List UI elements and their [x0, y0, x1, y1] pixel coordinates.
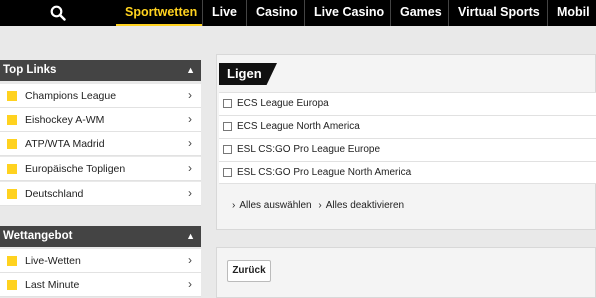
league-row[interactable]: ECS League North America — [219, 115, 596, 138]
nav-mobil[interactable]: Mobil — [548, 0, 596, 26]
league-label: ECS League Europa — [237, 98, 329, 109]
league-checkbox[interactable] — [223, 99, 232, 108]
nav-casino[interactable]: Casino — [247, 0, 304, 26]
sidebar-item-label: Europäische Topligen — [25, 163, 126, 175]
chevron-right-icon: › — [232, 200, 236, 211]
chevron-right-icon: › — [188, 253, 192, 267]
nav-virtual-sports[interactable]: Virtual Sports — [449, 0, 547, 26]
wettangebot-header[interactable]: Wettangebot ▲ — [0, 226, 201, 247]
league-label: ESL CS:GO Pro League Europe — [237, 144, 381, 155]
bullet-square-icon — [7, 280, 17, 290]
nav-sportwetten[interactable]: Sportwetten — [116, 0, 202, 26]
league-row[interactable]: ECS League Europa — [219, 92, 596, 115]
chevron-right-icon: › — [188, 136, 192, 150]
sidebar-item-eishockey[interactable]: Eishockey A-WM › — [0, 108, 201, 132]
sidebar-item-champions-league[interactable]: Champions League › — [0, 84, 201, 108]
top-navigation: Sportwetten Live Casino Live Casino Game… — [0, 0, 596, 26]
league-checkbox[interactable] — [223, 168, 232, 177]
chevron-right-icon: › — [188, 88, 192, 102]
nav-live[interactable]: Live — [203, 0, 246, 26]
sidebar-item-label: Live-Wetten — [25, 255, 81, 267]
sidebar-item-live-wetten[interactable]: Live-Wetten › — [0, 249, 201, 273]
deselect-all-link[interactable]: Alles deaktivieren — [326, 200, 404, 211]
top-links-header[interactable]: Top Links ▲ — [0, 60, 201, 81]
wettangebot-title: Wettangebot — [3, 230, 73, 242]
bullet-square-icon — [7, 256, 17, 266]
select-actions: › Alles auswählen › Alles deaktivieren — [232, 200, 408, 211]
sidebar-item-topligen[interactable]: Europäische Topligen › — [0, 157, 201, 181]
sidebar-item-label: Eishockey A-WM — [25, 114, 105, 126]
league-label: ECS League North America — [237, 121, 360, 132]
chevron-up-icon: ▲ — [186, 65, 195, 75]
chevron-right-icon: › — [188, 277, 192, 291]
chevron-up-icon: ▲ — [186, 231, 195, 241]
league-row[interactable]: ESL CS:GO Pro League North America — [219, 161, 596, 184]
bullet-square-icon — [7, 115, 17, 125]
sidebar-item-label: Last Minute — [25, 279, 80, 291]
bullet-square-icon — [7, 91, 17, 101]
sidebar-item-atp-wta[interactable]: ATP/WTA Madrid › — [0, 132, 201, 156]
back-button[interactable]: Zurück — [227, 260, 271, 282]
chevron-right-icon: › — [188, 186, 192, 200]
active-nav-indicator — [116, 24, 202, 26]
bullet-square-icon — [7, 164, 17, 174]
back-panel — [216, 247, 596, 298]
sidebar-item-label: Champions League — [25, 90, 117, 102]
search-icon — [50, 5, 66, 21]
league-row[interactable]: ESL CS:GO Pro League Europe — [219, 138, 596, 161]
select-all-link[interactable]: Alles auswählen — [239, 200, 311, 211]
nav-live-casino[interactable]: Live Casino — [305, 0, 390, 26]
chevron-right-icon: › — [188, 112, 192, 126]
sidebar-item-label: ATP/WTA Madrid — [25, 138, 105, 150]
bullet-square-icon — [7, 139, 17, 149]
league-checkbox[interactable] — [223, 122, 232, 131]
nav-games[interactable]: Games — [391, 0, 448, 26]
sidebar-item-label: Deutschland — [25, 188, 84, 200]
top-links-title: Top Links — [3, 64, 57, 76]
chevron-right-icon: › — [188, 161, 192, 175]
sidebar-item-deutschland[interactable]: Deutschland › — [0, 182, 201, 206]
search-button[interactable] — [0, 0, 116, 26]
sidebar-item-last-minute[interactable]: Last Minute › — [0, 273, 201, 297]
league-label: ESL CS:GO Pro League North America — [237, 167, 412, 178]
league-checkbox[interactable] — [223, 145, 232, 154]
bullet-square-icon — [7, 189, 17, 199]
chevron-right-icon: › — [318, 200, 322, 211]
